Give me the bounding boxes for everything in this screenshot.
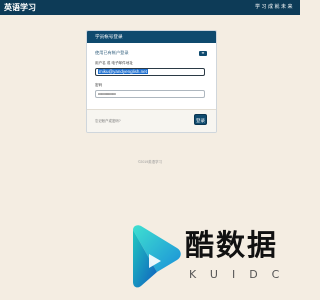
login-card: 学员帐号登录 使用已有帐户登录 ⬌ 用户名 或 电子邮件地址 miku@yand… bbox=[86, 30, 217, 133]
play-logo-icon bbox=[133, 225, 181, 288]
login-button[interactable]: 登录 bbox=[194, 114, 207, 125]
username-input[interactable]: miku@yandyenglish.net bbox=[95, 68, 205, 76]
username-value: miku@yandyenglish.net bbox=[98, 69, 148, 74]
watermark-logo: 酷数据 KUIDC bbox=[127, 224, 287, 290]
password-label: 密码 bbox=[95, 83, 103, 87]
top-bar: 英语学习 学习成就未来 bbox=[0, 0, 300, 15]
password-input[interactable]: •••••••••••••••• bbox=[95, 90, 205, 98]
username-label: 用户名 或 电子邮件地址 bbox=[95, 61, 133, 65]
forgot-password-link[interactable]: 忘记帐户或密码? bbox=[95, 118, 121, 123]
login-card-footer: 忘记帐户或密码? 登录 bbox=[87, 109, 216, 132]
copyright-text: ©2019英语学习 bbox=[137, 160, 163, 164]
watermark-text: 酷数据 bbox=[185, 228, 279, 262]
watermark-subtext: KUIDC bbox=[189, 268, 294, 281]
site-brand[interactable]: 英语学习 bbox=[4, 2, 36, 13]
login-form: 使用已有帐户登录 ⬌ 用户名 或 电子邮件地址 miku@yandyenglis… bbox=[87, 43, 216, 110]
password-value: •••••••••••••••• bbox=[98, 91, 116, 96]
existing-account-text: 使用已有帐户登录 bbox=[95, 50, 129, 55]
login-card-title: 学员帐号登录 bbox=[87, 31, 216, 43]
help-icon[interactable]: ⬌ bbox=[199, 51, 207, 56]
site-slogan: 学习成就未来 bbox=[254, 4, 294, 10]
